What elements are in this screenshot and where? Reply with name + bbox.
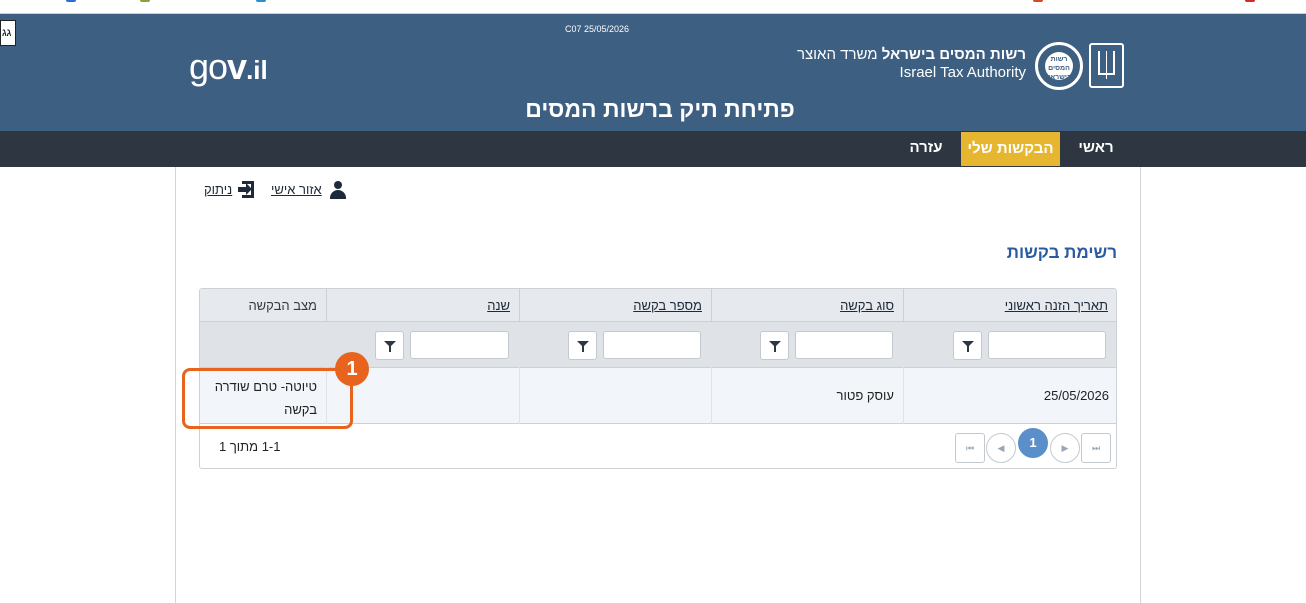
bookmark-icon[interactable] (1033, 0, 1043, 2)
gov-il-logo[interactable]: gov.il (189, 47, 268, 90)
cell-request-number (520, 368, 712, 424)
gov-il-logo-prefix: go (189, 46, 228, 87)
filter-icon (962, 341, 974, 352)
filter-icon (384, 341, 396, 352)
agency-name-hebrew: רשות המסים בישראל משרד האוצר (760, 46, 1026, 63)
browser-bookmark-strip (0, 0, 1306, 14)
filter-input-entry-date[interactable] (988, 331, 1106, 359)
filter-cell-request-number (520, 322, 712, 368)
tax-authority-seal-icon: רשות המסים בישראל (1035, 42, 1083, 90)
filter-cell-status (200, 322, 327, 368)
filter-button-entry-date[interactable] (953, 331, 982, 360)
column-header-label[interactable]: סוג בקשה (840, 298, 894, 313)
filter-icon (769, 341, 781, 352)
gov-il-logo-suffix: .il (246, 55, 268, 85)
page-title: פתיחת תיק ברשות המסים (525, 96, 795, 122)
nav-my-requests[interactable]: הבקשות שלי (961, 132, 1060, 166)
nav-main[interactable]: ראשי (1063, 131, 1129, 165)
filter-icon (577, 341, 589, 352)
skip-link-button[interactable]: גג (0, 20, 16, 46)
filter-button-year[interactable] (375, 331, 404, 360)
main-nav: ראשי הבקשות שלי עזרה (0, 131, 1306, 167)
site-header: גג C07 25/05/2026 gov.il רשות המסים בישר… (0, 14, 1306, 131)
cell-entry-date: 25/05/2026 (1043, 388, 1109, 403)
column-header-year[interactable]: שנה (327, 289, 520, 322)
personal-area-link[interactable]: אזור אישי (271, 182, 322, 197)
logout-icon[interactable] (238, 181, 256, 199)
first-page-button[interactable]: ⏮ (955, 433, 985, 463)
requests-list-title: רשימת בקשות (1006, 243, 1117, 262)
next-page-button[interactable]: ▶ (1050, 433, 1080, 463)
agency-name-bold: רשות המסים בישראל (881, 46, 1026, 63)
bookmark-icon[interactable] (1245, 0, 1255, 2)
bookmark-icon[interactable] (66, 0, 76, 2)
logout-link[interactable]: ניתוק (204, 182, 232, 197)
nav-help[interactable]: עזרה (898, 131, 954, 165)
user-links: אזור אישי ניתוק (204, 180, 349, 204)
column-header-label[interactable]: תאריך הזנה ראשוני (1005, 298, 1108, 313)
column-header-label[interactable]: שנה (487, 298, 510, 313)
bookmark-icon[interactable] (256, 0, 266, 2)
filter-cell-request-type (712, 322, 904, 368)
column-header-entry-date[interactable]: תאריך הזנה ראשוני (904, 289, 1116, 322)
cell-request-type: עוסק פטור (712, 368, 904, 424)
page: גג C07 25/05/2026 gov.il רשות המסים בישר… (0, 0, 1306, 603)
user-icon (330, 181, 346, 199)
state-emblem-icon (1089, 43, 1124, 88)
last-page-button[interactable]: ⏭ (1081, 433, 1111, 463)
filter-input-request-type[interactable] (795, 331, 893, 359)
filter-button-request-type[interactable] (760, 331, 789, 360)
agency-name-english: Israel Tax Authority (899, 64, 1026, 81)
gov-il-logo-v: v (227, 46, 247, 87)
version-label: C07 25/05/2026 (564, 24, 630, 34)
filter-cell-entry-date (904, 322, 1116, 368)
bookmark-icon[interactable] (140, 0, 150, 2)
pager-info: 1-1 מתוך 1 (219, 439, 281, 454)
annotation-highlight-box (182, 368, 353, 429)
prev-page-button[interactable]: ◀ (986, 433, 1016, 463)
filter-input-request-number[interactable] (603, 331, 701, 359)
filter-input-year[interactable] (410, 331, 509, 359)
pagination: ⏮ ◀ 1 ▶ ⏭ 1-1 מתוך 1 (200, 424, 1116, 468)
column-header-request-number[interactable]: מספר בקשה (520, 289, 712, 322)
agency-ministry: משרד האוצר (796, 46, 878, 63)
annotation-badge: 1 (335, 352, 369, 386)
page-button[interactable]: 1 (1018, 428, 1048, 458)
column-header-request-type[interactable]: סוג בקשה (712, 289, 904, 322)
seal-text: רשות המסים בישראל (1045, 52, 1073, 81)
column-header-label[interactable]: מספר בקשה (633, 298, 702, 313)
filter-button-request-number[interactable] (568, 331, 597, 360)
column-header-status: מצב הבקשה (200, 289, 327, 322)
table-header: תאריך הזנה ראשוני סוג בקשה מספר בקשה שנה… (200, 289, 1116, 322)
